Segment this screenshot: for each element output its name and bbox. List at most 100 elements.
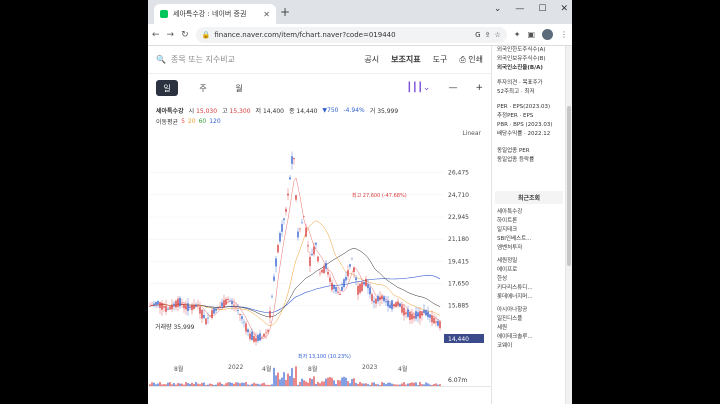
high-price: 고 15,300 bbox=[222, 106, 250, 115]
close-window-icon[interactable]: ✕ bbox=[560, 4, 568, 14]
candle-body bbox=[289, 177, 291, 180]
period-month-button[interactable]: 월 bbox=[228, 80, 250, 96]
candle-body bbox=[277, 244, 279, 253]
sidepanel-icon[interactable]: ▣ bbox=[527, 30, 535, 39]
recent-item[interactable]: 아시아나항공 bbox=[493, 306, 565, 315]
recent-item[interactable]: 한성 bbox=[493, 275, 565, 284]
ma-lines bbox=[149, 177, 441, 340]
new-tab-button[interactable]: + bbox=[280, 5, 290, 19]
current-price-label: 14,440 bbox=[448, 336, 469, 343]
reload-icon[interactable]: ↻ bbox=[181, 30, 189, 40]
candle-body bbox=[149, 305, 151, 307]
max-annotation: 최고 27,600 (-47.68%) bbox=[352, 192, 407, 199]
compare-search[interactable]: 🔍 종목 또는 지수비교 bbox=[156, 54, 364, 65]
ma-label: 이동평균 bbox=[156, 118, 179, 126]
candle-body bbox=[203, 315, 205, 318]
candle-body bbox=[425, 310, 427, 316]
recent-item[interactable]: 코웨이 bbox=[493, 342, 565, 351]
period-week-button[interactable]: 주 bbox=[192, 80, 214, 96]
volume-bar bbox=[275, 375, 277, 386]
recent-item[interactable]: 세아특수강 bbox=[493, 208, 565, 217]
ma60-label[interactable]: 60 bbox=[199, 118, 207, 125]
close-tab-icon[interactable]: ✕ bbox=[263, 10, 270, 19]
tools-link[interactable]: 도구 bbox=[433, 54, 448, 65]
recent-item[interactable]: 일진디스플 bbox=[493, 315, 565, 324]
print-link[interactable]: ⎙ 인쇄 bbox=[459, 54, 483, 65]
ma20-label[interactable]: 20 bbox=[188, 118, 196, 125]
candle-body bbox=[395, 302, 397, 307]
recent-item[interactable]: 세원 bbox=[493, 324, 565, 333]
disclosure-link[interactable]: 공시 bbox=[364, 54, 379, 65]
candle-body bbox=[313, 246, 315, 255]
share-icon[interactable]: ⇪ bbox=[485, 31, 491, 39]
back-icon[interactable]: ← bbox=[152, 30, 160, 40]
recent-item[interactable]: 에이테크솔루... bbox=[493, 333, 565, 342]
candle-body bbox=[293, 158, 295, 160]
stock-info-sidepanel: 외국인한도주식수(A) 외국인보유주식수(B) 외국인소진율(B/A) 투자의견… bbox=[493, 46, 565, 404]
profile-avatar[interactable] bbox=[542, 29, 553, 40]
google-icon[interactable]: G bbox=[475, 31, 480, 39]
recent-item[interactable]: 키다리스튜디... bbox=[493, 284, 565, 293]
lock-icon: 🔒 bbox=[201, 30, 211, 39]
info-row: 배당수익률 · 2022.12 bbox=[497, 131, 551, 137]
recent-item[interactable]: 하이트론 bbox=[493, 217, 565, 226]
candle-body bbox=[319, 272, 321, 274]
candles bbox=[149, 151, 441, 346]
candle-body bbox=[371, 294, 373, 301]
candle-body bbox=[333, 285, 335, 289]
recent-item[interactable]: 롯데에너지머... bbox=[493, 293, 565, 302]
bookmark-star-icon[interactable]: ☆ bbox=[494, 31, 500, 39]
scale-mode-select[interactable]: Linear bbox=[462, 130, 481, 137]
forward-icon[interactable]: → bbox=[167, 30, 175, 40]
volume-quote-label: 거 bbox=[369, 107, 376, 115]
extension-puzzle-icon[interactable]: ✦ bbox=[514, 30, 521, 39]
price-tick-label: 21,180 bbox=[448, 236, 469, 243]
volume-bar bbox=[329, 377, 331, 386]
info-row: PBR · BPS (2023.03) bbox=[497, 122, 553, 128]
low-label: 저 bbox=[255, 107, 262, 115]
recent-item[interactable]: 에이프로 bbox=[493, 266, 565, 275]
price-tick-label: 17,650 bbox=[448, 281, 469, 288]
volume-bar bbox=[353, 378, 355, 386]
page-scrollbar[interactable] bbox=[565, 46, 572, 404]
menu-dots-icon[interactable]: ⋮ bbox=[560, 30, 568, 39]
price-tick-label: 24,710 bbox=[448, 192, 469, 199]
recent-item[interactable]: 엠벤처투자 bbox=[493, 244, 565, 253]
minimize-icon[interactable]: — bbox=[515, 4, 524, 14]
browser-tab[interactable]: 세아특수강 : 네이버 증권 ✕ bbox=[154, 4, 276, 24]
price-chart[interactable]: 26,475 24,710 22,945 21,180 19,415 17,650 15,8… bbox=[148, 142, 492, 386]
indicator-link[interactable]: 보조지표 bbox=[391, 54, 420, 65]
candle-body bbox=[355, 277, 357, 281]
recent-item[interactable]: SBI인베스트... bbox=[493, 235, 565, 244]
recent-item[interactable]: 세원정밀 bbox=[493, 257, 565, 266]
scrollbar-thumb[interactable] bbox=[567, 106, 571, 266]
volume-max-tick: 6.07m bbox=[448, 377, 467, 384]
info-row: 외국인보유주식수(B) bbox=[497, 56, 546, 62]
period-day-button[interactable]: 일 bbox=[156, 80, 178, 96]
recent-item[interactable]: 일지테크 bbox=[493, 226, 565, 235]
candle-body bbox=[311, 254, 313, 256]
maximize-icon[interactable]: ☐ bbox=[538, 4, 546, 14]
candlestick-type-icon[interactable]: ┃┃┃⌄ bbox=[407, 83, 431, 93]
zoom-in-icon[interactable]: + bbox=[475, 83, 483, 93]
chevron-down-icon[interactable]: ⌄ bbox=[494, 4, 502, 14]
omnibox[interactable]: 🔒 finance.naver.com/item/fchart.naver?co… bbox=[195, 26, 507, 43]
candle-body bbox=[397, 301, 399, 306]
ma5-label[interactable]: 5 bbox=[181, 118, 185, 125]
candle-body bbox=[405, 312, 407, 315]
zoom-out-icon[interactable]: — bbox=[448, 83, 457, 93]
print-label: 인쇄 bbox=[468, 55, 483, 64]
stock-name: 세아특수강 bbox=[156, 107, 184, 115]
candle-body bbox=[259, 333, 261, 341]
search-placeholder: 종목 또는 지수비교 bbox=[170, 55, 235, 64]
candle-body bbox=[325, 263, 327, 269]
candle-body bbox=[275, 258, 277, 267]
candle-body bbox=[177, 298, 179, 307]
candle-body bbox=[413, 315, 415, 319]
candle-body bbox=[357, 285, 359, 295]
candle-body bbox=[381, 295, 383, 299]
candle-body bbox=[237, 310, 239, 311]
candle-body bbox=[285, 208, 287, 212]
ma120-label[interactable]: 120 bbox=[209, 118, 220, 125]
candle-body bbox=[247, 329, 249, 333]
